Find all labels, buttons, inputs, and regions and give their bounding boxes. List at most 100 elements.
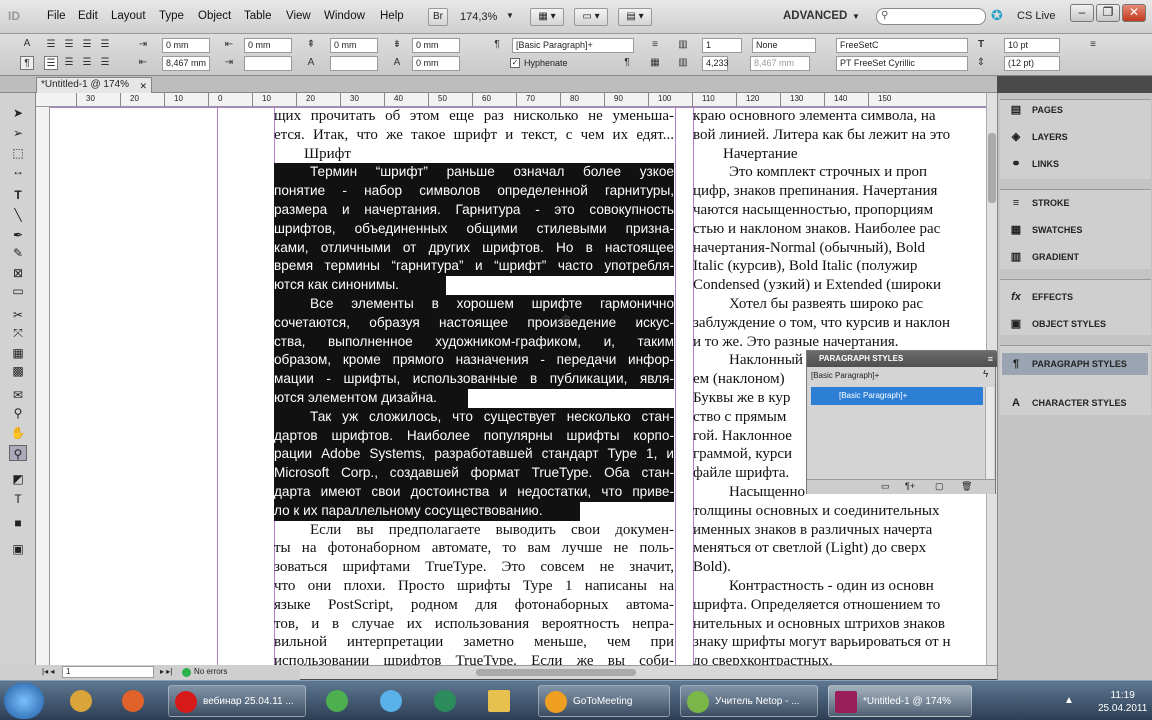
close-button[interactable]: ✕ (1122, 4, 1146, 22)
panel-scrollbar[interactable] (985, 387, 994, 479)
menu-object[interactable]: Object (198, 10, 231, 22)
page-tool-icon[interactable]: ⬚ (9, 145, 27, 161)
menu-type[interactable]: Type (159, 10, 184, 22)
drop-cap-chars-field[interactable]: 0 mm (412, 56, 460, 71)
rectangle-tool-icon[interactable]: ▭ (9, 283, 27, 299)
new-group-icon[interactable]: ▭ (881, 481, 890, 492)
gradient-tool-icon[interactable]: ▦ (9, 345, 27, 361)
justify-center-icon[interactable]: ☰ (62, 56, 76, 70)
pencil-tool-icon[interactable]: ✎ (9, 245, 27, 261)
font-size-field[interactable]: 10 pt (1004, 38, 1060, 53)
align-towards-spine-icon[interactable]: ☰ (98, 38, 112, 52)
view-options-button[interactable]: ▦ ▾ (530, 8, 564, 26)
panel-menu-icon[interactable]: ≡ (1086, 38, 1100, 52)
screen-mode-icon[interactable]: ▣ (9, 541, 27, 557)
gutter-span-field[interactable]: 8,467 mm (750, 56, 810, 71)
taskbar-folder[interactable] (480, 685, 522, 717)
font-style-select[interactable]: PT FreeSet Cyrillic (836, 56, 968, 71)
paragraph-mode-icon[interactable]: ¶ (20, 56, 34, 70)
menu-help[interactable]: Help (380, 10, 404, 22)
screen-mode-button[interactable]: ▭ ▾ (574, 8, 608, 26)
scroll-thumb[interactable] (988, 133, 996, 203)
rectangle-frame-tool-icon[interactable]: ⊠ (9, 265, 27, 281)
taskbar-chrome[interactable] (318, 685, 360, 717)
workspace-chevron-icon[interactable]: ▼ (852, 12, 860, 21)
first-line-indent-field[interactable]: 8,467 mm (162, 56, 210, 71)
maximize-button[interactable]: ❐ (1096, 4, 1120, 22)
apply-color-icon[interactable]: ■ (9, 515, 27, 531)
next-page-icon[interactable]: ▸ ▸| (160, 667, 172, 676)
scroll-thumb[interactable] (476, 669, 636, 676)
menu-edit[interactable]: Edit (78, 10, 98, 22)
taskbar-firefox[interactable] (114, 685, 156, 717)
arrange-documents-button[interactable]: ▤ ▾ (618, 8, 652, 26)
zoom-tool-icon[interactable]: ⚲ (9, 445, 27, 461)
menu-view[interactable]: View (286, 10, 311, 22)
hyphenate-checkbox[interactable]: ✓ (510, 58, 520, 68)
bridge-button[interactable]: Br (428, 8, 448, 26)
scissors-tool-icon[interactable]: ✂ (9, 307, 27, 323)
cs-live-button[interactable]: CS Live (1017, 10, 1056, 22)
character-mode-icon[interactable]: A (20, 37, 34, 51)
panel-character-styles[interactable]: A CHARACTER STYLES (1002, 392, 1148, 414)
page-number-field[interactable]: 1 (62, 666, 154, 678)
panel-paragraph-styles[interactable]: ¶ PARAGRAPH STYLES (1002, 353, 1148, 375)
type-tool-icon[interactable]: T (9, 187, 27, 203)
last-line-indent-field[interactable] (244, 56, 292, 71)
selection-tool-icon[interactable]: ➤ (9, 105, 27, 121)
pen-tool-icon[interactable]: ✒ (9, 227, 27, 243)
delete-style-icon[interactable]: 🗑 (961, 481, 972, 492)
taskbar-indesign[interactable]: *Untitled-1 @ 174% (828, 685, 972, 717)
fill-stroke-icon[interactable]: ◩ (9, 471, 27, 487)
right-indent-field[interactable]: 0 mm (244, 38, 292, 53)
text-frame-left[interactable]: щих прочитать об этом еще раз нисколько … (274, 107, 674, 665)
left-indent-field[interactable]: 0 mm (162, 38, 210, 53)
leading-field[interactable]: (12 pt) (1004, 56, 1060, 71)
document-tab[interactable]: *Untitled-1 @ 174% ✕ (36, 77, 152, 93)
zoom-chevron-icon[interactable]: ▼ (506, 11, 514, 20)
clear-overrides-icon[interactable]: ¶ (620, 56, 634, 70)
menu-layout[interactable]: Layout (111, 10, 146, 22)
gradient-feather-tool-icon[interactable]: ▩ (9, 363, 27, 379)
align-left-icon[interactable]: ☰ (44, 38, 58, 52)
taskbar-app[interactable] (426, 685, 468, 717)
close-tab-icon[interactable]: ✕ (139, 79, 147, 93)
menu-window[interactable]: Window (324, 10, 365, 22)
columns-field[interactable]: 1 (702, 38, 742, 53)
taskbar-opera[interactable]: вебинар 25.04.11 ... (168, 685, 306, 717)
justify-right-icon[interactable]: ☰ (80, 56, 94, 70)
menu-table[interactable]: Table (244, 10, 272, 22)
menu-file[interactable]: File (47, 10, 66, 22)
zoom-level[interactable]: 174,3% (460, 11, 497, 23)
gap-tool-icon[interactable]: ↔ (9, 163, 27, 179)
note-tool-icon[interactable]: ✉ (9, 387, 27, 403)
align-to-grid-icon[interactable]: ≡ (648, 38, 662, 52)
help-search-input[interactable]: ⚲ (876, 8, 986, 25)
taskbar-gotomeeting[interactable]: GoToMeeting (538, 685, 670, 717)
space-before-field[interactable]: 0 mm (330, 38, 378, 53)
preflight-status[interactable]: No errors (194, 667, 227, 676)
panel-links[interactable]: ⚭ LINKS (1002, 153, 1148, 175)
new-style-icon[interactable]: ▢ (935, 481, 944, 492)
panel-menu-icon[interactable]: ≡ (988, 351, 993, 367)
minimize-button[interactable]: – (1070, 4, 1094, 22)
gutter-field[interactable]: 4,233 (702, 56, 729, 71)
windows-start-icon[interactable] (4, 683, 44, 719)
eyedropper-tool-icon[interactable]: ⚲ (9, 405, 27, 421)
direct-selection-tool-icon[interactable]: ➢ (9, 125, 27, 141)
clear-overrides-icon[interactable]: ¶+ (905, 481, 915, 491)
line-tool-icon[interactable]: ╲ (9, 207, 27, 223)
free-transform-tool-icon[interactable]: ⤧ (9, 325, 27, 341)
taskbar-netop[interactable]: Учитель Netop - ... (680, 685, 818, 717)
formatting-affects-icon[interactable]: T (9, 491, 27, 507)
paragraph-style-select[interactable]: [Basic Paragraph]+ (512, 38, 634, 53)
paragraph-styles-header[interactable]: PARAGRAPH STYLES ≡ (807, 351, 997, 367)
taskbar-explorer[interactable] (62, 685, 104, 717)
panel-layers[interactable]: ◈ LAYERS (1002, 126, 1148, 148)
font-family-select[interactable]: FreeSetC (836, 38, 968, 53)
workspace-switcher[interactable]: ADVANCED (783, 10, 847, 22)
paragraph-styles-panel[interactable]: PARAGRAPH STYLES ≡ [Basic Paragraph]+ ϟ … (806, 350, 997, 494)
hand-tool-icon[interactable]: ✋ (9, 425, 27, 441)
panel-gradient[interactable]: ▥ GRADIENT (1002, 246, 1148, 268)
align-right-icon[interactable]: ☰ (80, 38, 94, 52)
